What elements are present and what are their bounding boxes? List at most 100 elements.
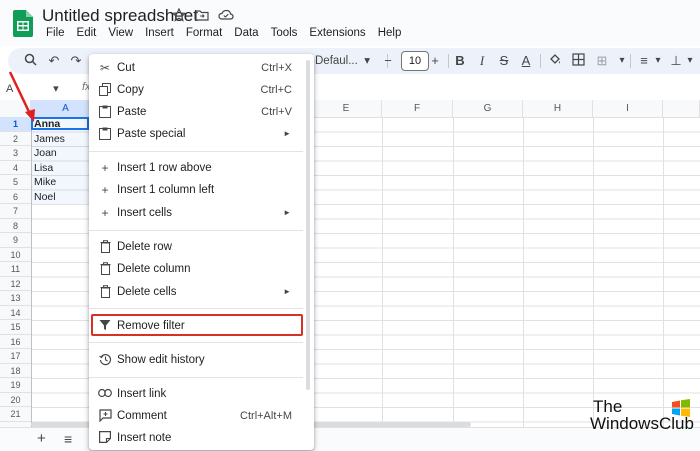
redo-icon[interactable]: ↷ (68, 53, 84, 69)
column-header-i[interactable]: I (593, 100, 663, 117)
row-header[interactable]: 6 (0, 190, 31, 204)
fill-color-icon[interactable] (547, 53, 563, 69)
italic-icon[interactable]: I (474, 53, 490, 69)
menu-insert[interactable]: Insert (139, 27, 180, 39)
row-header[interactable]: 9 (0, 233, 31, 248)
menu-view[interactable]: View (102, 27, 139, 39)
move-folder-icon[interactable] (195, 8, 209, 22)
menu-item-shortcut: Ctrl+C (260, 84, 292, 96)
cell-a3[interactable]: Joan (34, 146, 57, 161)
cell-a5[interactable]: Mike (34, 175, 56, 190)
all-sheets-icon[interactable]: ≡ (64, 431, 72, 447)
font-size-input[interactable]: 10 (401, 51, 429, 71)
trash-icon (98, 262, 112, 276)
text-color-icon[interactable]: A (518, 53, 534, 69)
row-header[interactable]: 3 (0, 146, 31, 161)
row-header[interactable]: 15 (0, 320, 31, 335)
menu-bar: File Edit View Insert Format Data Tools … (40, 27, 407, 39)
column-header-j[interactable] (663, 100, 700, 117)
align-dropdown-icon[interactable]: ▾ (650, 53, 666, 69)
row-header[interactable]: 8 (0, 219, 31, 233)
menu-item-insert-note[interactable]: Insert note (89, 427, 314, 449)
cell-a2[interactable]: James (34, 132, 65, 147)
row-header[interactable]: 10 (0, 248, 31, 262)
cell-a4[interactable]: Lisa (34, 161, 53, 176)
menu-item-insert-link[interactable]: Insert link (89, 383, 314, 405)
row-header[interactable]: 18 (0, 364, 31, 378)
row-header[interactable]: 4 (0, 161, 31, 175)
menu-file[interactable]: File (40, 27, 71, 39)
bold-icon[interactable]: B (452, 53, 468, 69)
row-header[interactable]: 16 (0, 335, 31, 349)
merge-icon[interactable]: ⊞ (594, 53, 610, 69)
menu-item-delete-row[interactable]: Delete row (89, 236, 314, 258)
note-icon (98, 431, 112, 445)
menu-data[interactable]: Data (228, 27, 264, 39)
menu-scrollbar[interactable] (306, 60, 310, 390)
clipboard-icon (98, 127, 112, 141)
add-sheet-icon[interactable]: + (37, 430, 46, 447)
menu-extensions[interactable]: Extensions (303, 27, 371, 39)
title-actions (171, 7, 234, 22)
menu-item-delete-column[interactable]: Delete column (89, 258, 314, 280)
sheets-logo-icon[interactable] (13, 10, 33, 37)
submenu-arrow-icon: ► (283, 287, 291, 296)
column-header-h[interactable]: H (523, 100, 593, 117)
row-header[interactable]: 11 (0, 262, 31, 277)
decrease-size-icon[interactable]: − (380, 53, 396, 69)
highlight-box (91, 314, 303, 336)
menu-help[interactable]: Help (372, 27, 408, 39)
menu-item-label: Show edit history (117, 354, 205, 366)
menu-edit[interactable]: Edit (71, 27, 103, 39)
borders-icon[interactable] (570, 53, 586, 69)
menu-item-paste[interactable]: Paste Ctrl+V (89, 101, 314, 123)
menu-item-label: Comment (117, 410, 167, 422)
menu-format[interactable]: Format (180, 27, 228, 39)
undo-icon[interactable]: ↶ (46, 53, 62, 69)
row-header[interactable]: 2 (0, 132, 31, 146)
row-header[interactable]: 13 (0, 291, 31, 306)
menu-item-delete-cells[interactable]: Delete cells ► (89, 281, 314, 303)
toolbar-divider (448, 54, 449, 68)
grid-line (523, 117, 524, 427)
row-header[interactable]: 21 (0, 407, 31, 422)
toolbar-divider (630, 54, 631, 68)
valign-dropdown-icon[interactable]: ▾ (682, 53, 698, 69)
row-header[interactable]: 20 (0, 393, 31, 407)
menu-item-copy[interactable]: Copy Ctrl+C (89, 79, 314, 101)
row-header[interactable]: 7 (0, 204, 31, 219)
strikethrough-icon[interactable]: S (496, 53, 512, 69)
menu-tools[interactable]: Tools (265, 27, 304, 39)
row-header[interactable]: 5 (0, 175, 31, 190)
menu-item-label: Delete cells (117, 286, 177, 298)
column-header-f[interactable]: F (382, 100, 453, 117)
grid-line (382, 117, 383, 427)
cell-a6[interactable]: Noel (34, 190, 56, 205)
menu-item-edit-history[interactable]: Show edit history (89, 349, 314, 371)
column-header-e[interactable]: E (311, 100, 382, 117)
menu-item-paste-special[interactable]: Paste special ► (89, 123, 314, 145)
merge-dropdown-icon[interactable]: ▾ (614, 53, 630, 69)
row-header[interactable]: 14 (0, 306, 31, 320)
column-header-g[interactable]: G (453, 100, 523, 117)
menu-item-label: Insert link (117, 388, 167, 400)
font-family-select[interactable]: Defaul... ▾ (315, 53, 370, 67)
cloud-status-icon[interactable] (218, 8, 234, 22)
menu-item-label: Paste (117, 106, 147, 118)
grid-line (663, 117, 664, 427)
menu-item-cut[interactable]: ✂ Cut Ctrl+X (89, 57, 314, 79)
increase-size-icon[interactable]: + (427, 53, 443, 69)
search-icon[interactable] (22, 53, 38, 69)
menu-item-insert-cells[interactable]: + Insert cells ► (89, 202, 314, 224)
row-header[interactable]: 19 (0, 378, 31, 393)
menu-item-comment[interactable]: Comment Ctrl+Alt+M (89, 405, 314, 427)
clipboard-icon (98, 105, 112, 119)
menu-item-insert-row[interactable]: + Insert 1 row above (89, 157, 314, 179)
row-header[interactable]: 12 (0, 277, 31, 291)
menu-item-insert-column[interactable]: + Insert 1 column left (89, 179, 314, 201)
scissors-icon: ✂ (99, 61, 111, 75)
menu-item-label: Delete row (117, 241, 172, 253)
title-bar: Untitled spreadsheet File Edit View Inse… (0, 0, 700, 46)
row-header[interactable]: 17 (0, 349, 31, 364)
star-icon[interactable] (171, 7, 187, 22)
